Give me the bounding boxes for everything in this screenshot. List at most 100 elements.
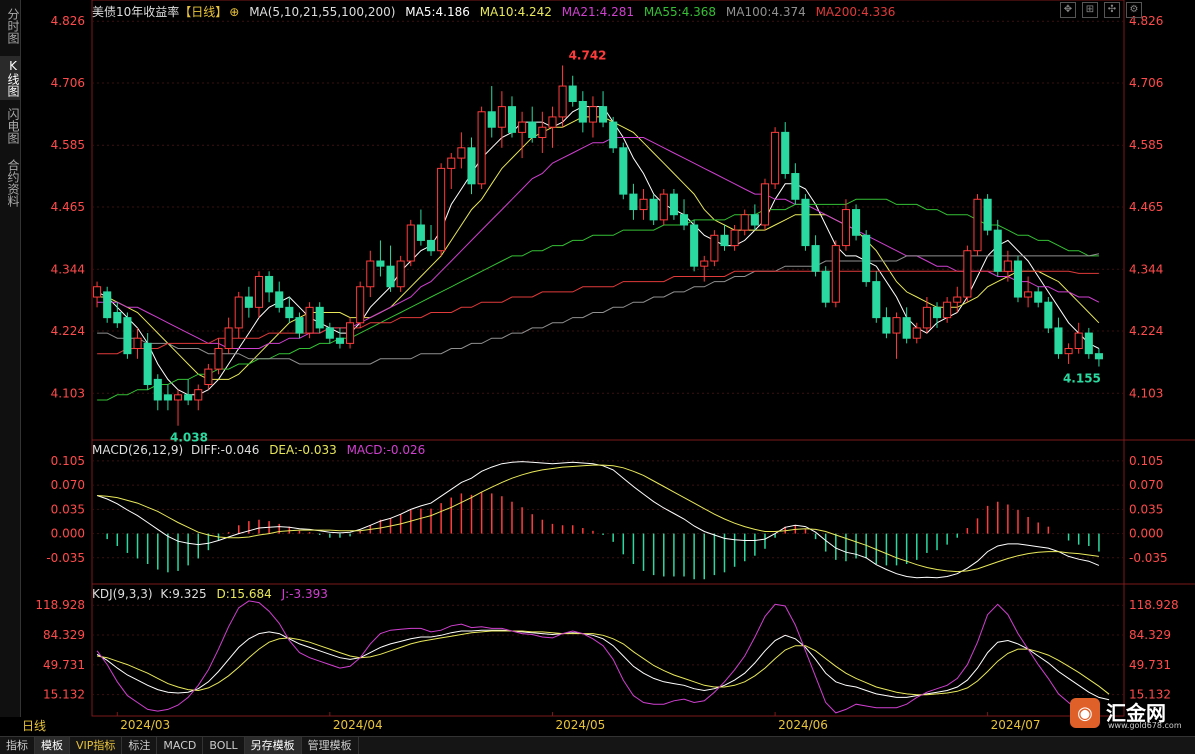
- candle-down: [265, 275, 274, 293]
- candle-down: [821, 270, 830, 303]
- candle-down: [882, 317, 891, 334]
- candle-down: [1044, 301, 1053, 329]
- candle-up: [1074, 332, 1083, 350]
- candle-up: [305, 306, 314, 334]
- y-tick-label-right: 4.585: [1129, 138, 1163, 152]
- tab-boll[interactable]: BOLL: [203, 737, 245, 754]
- y-tick-label-left: 0.105: [51, 454, 85, 468]
- y-tick-label-right: 4.344: [1129, 262, 1163, 276]
- ma10-value: MA10:4.242: [479, 5, 552, 19]
- y-tick-label-right: 0.035: [1129, 502, 1163, 516]
- candle-down: [244, 296, 253, 308]
- grid-icon[interactable]: ⊞: [1082, 2, 1098, 18]
- candle-down: [619, 147, 628, 195]
- y-tick-label-left: 4.465: [51, 200, 85, 214]
- candle-down: [153, 378, 162, 401]
- candle-up: [558, 85, 567, 118]
- candle-up: [771, 131, 780, 185]
- y-tick-label-left: 0.035: [51, 502, 85, 516]
- candle-down: [1094, 353, 1103, 360]
- candle-up: [538, 126, 547, 139]
- ma100-value: MA100:4.374: [725, 5, 806, 19]
- kdj-legend: KDJ(9,3,3) K:9.325 D:15.684 J:-3.393: [92, 587, 334, 601]
- tab-macd[interactable]: MACD: [157, 737, 204, 754]
- candle-up: [497, 106, 506, 128]
- tab-manage-templates[interactable]: 管理模板: [302, 737, 359, 754]
- candle-down: [163, 394, 172, 401]
- candle-down: [1054, 327, 1063, 355]
- chart-canvas[interactable]: 4.826 4.8264.706 4.7064.585 4.5854.465 4.465…: [0, 0, 1195, 736]
- y-tick-label-left: 4.103: [51, 386, 85, 400]
- candle-up: [710, 234, 719, 262]
- y-tick-label-right: 0.070: [1129, 478, 1163, 492]
- candle-up: [204, 368, 213, 386]
- candle-down: [669, 193, 678, 216]
- tab-annotate[interactable]: 标注: [122, 737, 158, 754]
- move-icon[interactable]: ✣: [1104, 2, 1120, 18]
- tab-vip-indicators[interactable]: VIP指标: [70, 737, 123, 754]
- kdj-d-line: [97, 630, 1110, 696]
- y-tick-label-right: 4.465: [1129, 200, 1163, 214]
- candle-down: [184, 394, 193, 401]
- tab-save-template[interactable]: 另存模板: [244, 737, 302, 754]
- candle-down: [781, 131, 790, 175]
- y-tick-label-left: 15.132: [43, 688, 85, 702]
- candle-up: [639, 198, 648, 211]
- candle-up: [437, 167, 446, 252]
- candle-up: [730, 229, 739, 247]
- period-label[interactable]: 日线: [22, 718, 46, 735]
- x-tick-label: 2024/05: [555, 718, 605, 732]
- candle-up: [963, 250, 972, 298]
- diff-value: DIFF:-0.046: [190, 443, 260, 457]
- candle-up: [254, 275, 264, 308]
- tab-indicators[interactable]: 指标: [0, 737, 35, 754]
- candle-down: [285, 306, 294, 319]
- macd-diff-line: [96, 461, 1100, 579]
- tab-templates[interactable]: 模板: [35, 737, 70, 754]
- candle-up: [922, 306, 931, 329]
- settings-icon[interactable]: ⚙: [1126, 2, 1142, 18]
- candle-down: [629, 193, 638, 211]
- ma200-value: MA200:4.336: [815, 5, 896, 19]
- candle-down: [811, 245, 820, 272]
- y-tick-label-left: -0.035: [46, 551, 85, 565]
- x-tick-label: 2024/07: [991, 718, 1041, 732]
- candle-down: [275, 291, 284, 308]
- candle-down: [568, 85, 577, 102]
- expand-icon[interactable]: ✥: [1060, 2, 1076, 18]
- main-legend: 美债10年收益率【日线】 ⊕ MA(5,10,21,55,100,200) MA5…: [92, 3, 901, 20]
- logo-text: 汇金网: [1106, 701, 1166, 725]
- instrument-name: 美债10年收益率: [92, 5, 180, 19]
- add-circle-icon[interactable]: ⊕: [229, 5, 239, 19]
- candle-down: [335, 337, 344, 344]
- chart-toolbar: ✥ ⊞ ✣ ⚙: [1060, 2, 1142, 18]
- candle-up: [892, 317, 901, 334]
- candle-up: [912, 327, 921, 339]
- candle-up: [588, 106, 597, 123]
- candle-up: [396, 260, 405, 288]
- logo-url: www.gold678.com: [1108, 721, 1182, 730]
- candle-up: [1024, 291, 1033, 298]
- candle-down: [791, 173, 800, 200]
- high-annotation: 4.742: [569, 48, 607, 62]
- y-tick-label-right: 4.706: [1129, 76, 1163, 90]
- y-tick-label-left: 4.706: [51, 76, 85, 90]
- ma21-value: MA21:4.281: [561, 5, 634, 19]
- ma-line-ma5: [96, 106, 1100, 396]
- y-tick-label-left: 4.224: [51, 324, 85, 338]
- candle-up: [740, 214, 749, 231]
- candle-down: [103, 291, 112, 319]
- j-value: J:-3.393: [281, 587, 328, 601]
- candle-down: [690, 224, 699, 267]
- candle-down: [113, 311, 122, 324]
- candle-up: [406, 224, 415, 262]
- candle-down: [416, 224, 425, 241]
- candle-down: [578, 100, 587, 123]
- candle-up: [133, 337, 142, 350]
- macd-dea-line: [97, 464, 1099, 573]
- candle-down: [750, 214, 759, 226]
- candle-down: [902, 317, 911, 339]
- y-tick-label-right: 118.928: [1129, 598, 1179, 612]
- candle-down: [487, 111, 496, 128]
- candle-down: [507, 106, 517, 133]
